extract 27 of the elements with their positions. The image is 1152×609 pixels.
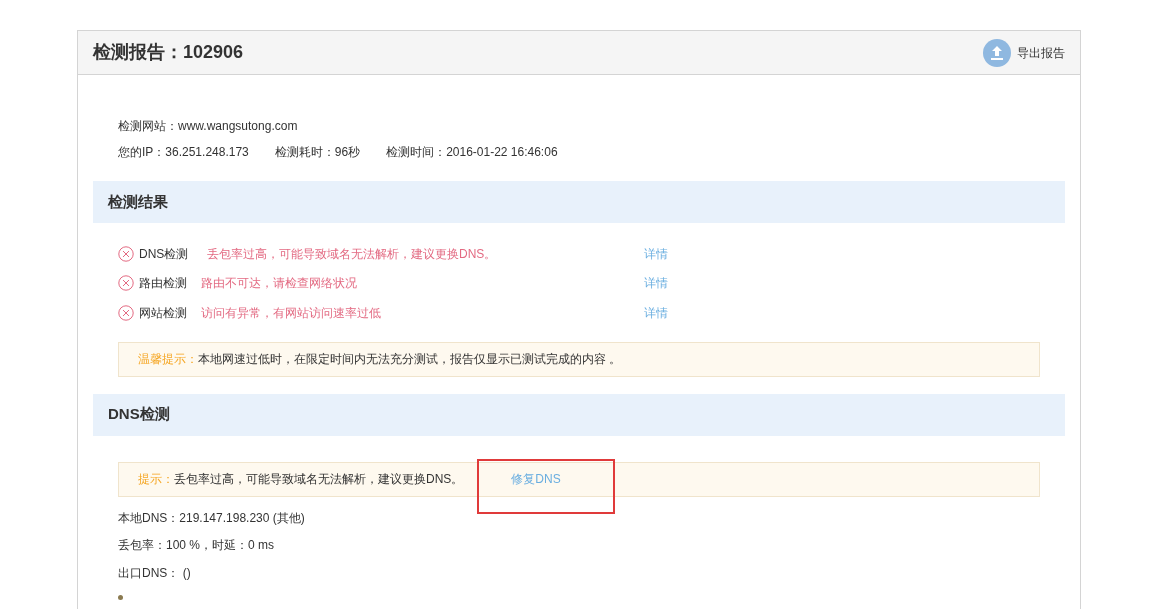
check-message: 丢包率过高，可能导致域名无法解析，建议更换DNS。 [207, 245, 498, 263]
notice-label: 提示： [138, 471, 174, 488]
meta-text: 检测耗时：96秒 [274, 144, 361, 161]
notice-text: 本地网速过低时，在限定时间内无法充分测试，报告仅显示已测试完成的内容 。 [198, 351, 622, 368]
check-message: 访问有异常，有网站访问速率过低 [201, 304, 382, 322]
section-title: 检测结果 [108, 191, 168, 212]
details-link[interactable]: 详情 [644, 244, 668, 263]
notice-text: 丢包率过高，可能导致域名无法解析，建议更换DNS。 [174, 471, 464, 488]
dns-info-text: 丢包率：100 %，时延：0 ms [118, 537, 276, 554]
check-name: 网站检测 [139, 304, 188, 322]
upload-icon [983, 38, 1011, 67]
details-link[interactable]: 详情 [644, 303, 668, 322]
check-name: DNS检测 [139, 245, 190, 263]
site-text: 检测网站：www.wangsutong.com [118, 118, 299, 135]
check-name: 路由检测 [139, 275, 188, 293]
fix-dns-link[interactable]: 修复DNS [511, 470, 561, 488]
dns-info-text: 本地DNS：219.147.198.230 (其他) [118, 509, 306, 527]
meta-text: 您的IP：36.251.248.173 [118, 144, 249, 161]
details-link[interactable]: 详情 [644, 274, 668, 293]
check-message: 路由不可达，请检查网络状况 [201, 275, 358, 293]
dns-info-text: 出口DNS： () [118, 564, 192, 582]
bullet-icon [118, 595, 123, 600]
notice-label: 温馨提示： [138, 351, 198, 368]
meta-text: 检测时间：2016-01-22 16:46:06 [386, 144, 558, 161]
export-button[interactable]: 导出报告 [983, 38, 1065, 67]
section-title: DNS检测 [108, 404, 170, 425]
report-title: 检测报告：102906 [93, 41, 244, 64]
